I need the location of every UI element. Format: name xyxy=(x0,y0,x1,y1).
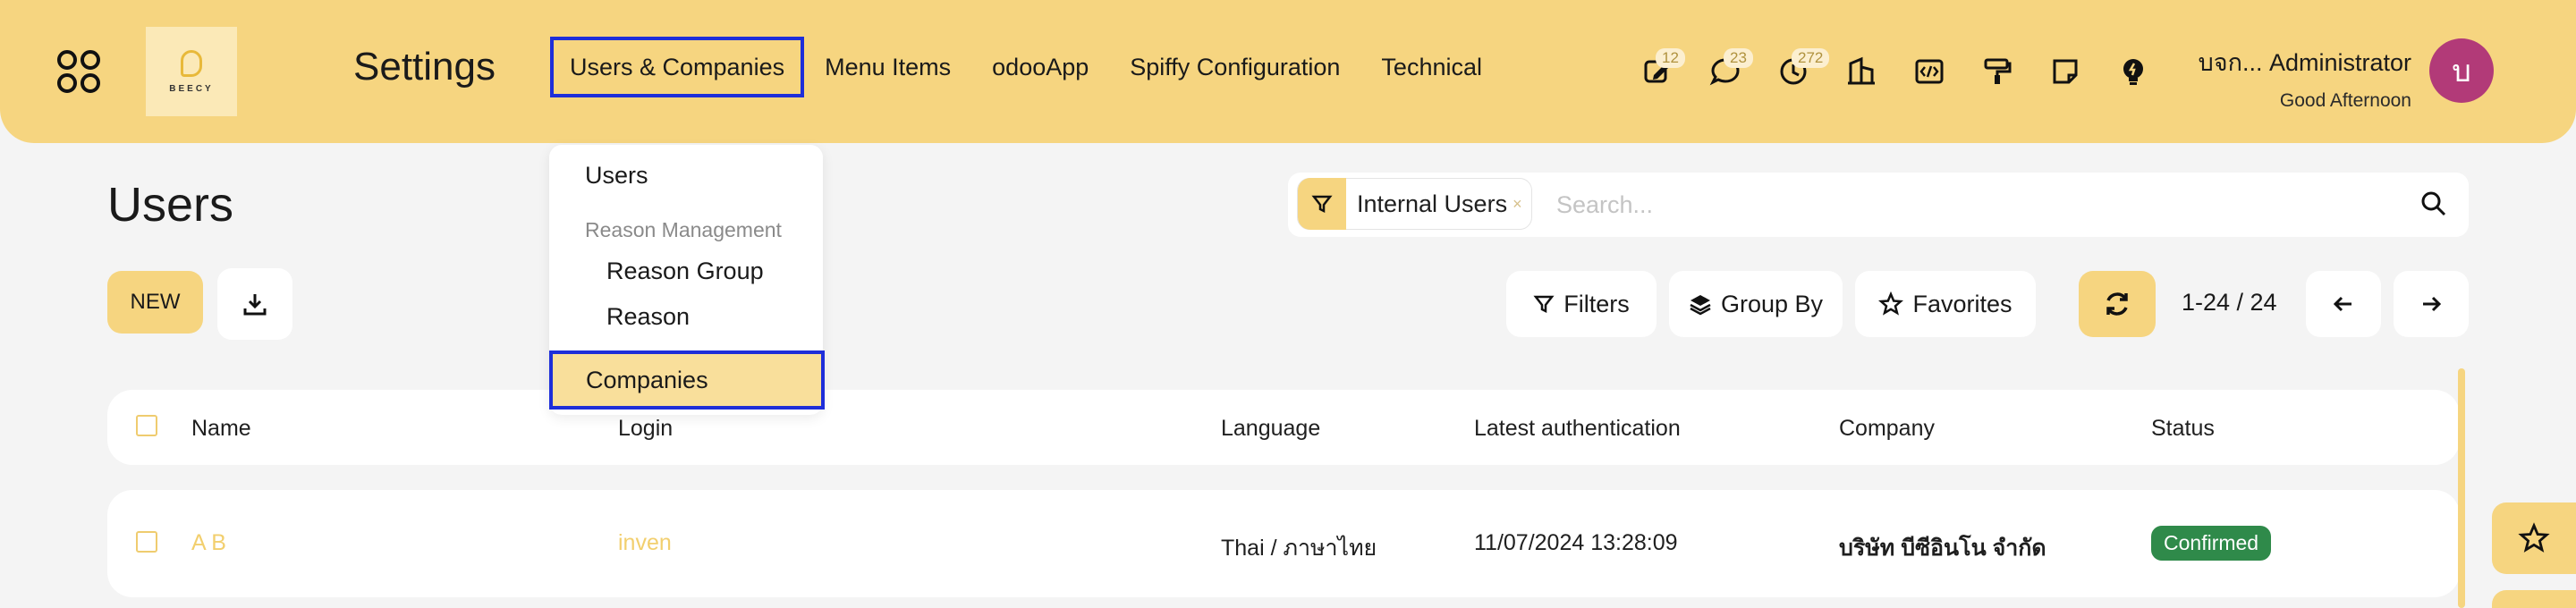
user-menu[interactable]: บจก... Administrator Good Afternoon xyxy=(2199,43,2411,112)
clock-icon[interactable]: 272 xyxy=(1759,48,1830,93)
pager-value[interactable]: 1-24 / 24 xyxy=(2182,289,2277,317)
company-building-icon[interactable] xyxy=(1827,50,1895,93)
row-checkbox[interactable] xyxy=(136,531,157,553)
chat-badge: 23 xyxy=(1724,48,1753,68)
note-icon[interactable] xyxy=(2031,50,2099,93)
bulb-icon[interactable] xyxy=(2099,50,2167,93)
cell-latest-auth: 11/07/2024 13:28:09 xyxy=(1474,530,1678,555)
cell-language: Thai / ภาษาไทย xyxy=(1221,536,1377,561)
user-greeting: Good Afternoon xyxy=(2279,90,2411,111)
apps-menu-icon[interactable] xyxy=(50,43,107,100)
search-facet[interactable]: Internal Users × xyxy=(1297,178,1532,230)
dropdown-item-reason-group[interactable]: Reason Group xyxy=(606,258,764,285)
menu-users-companies[interactable]: Users & Companies xyxy=(550,37,805,97)
new-button[interactable]: NEW xyxy=(107,271,203,334)
logo-text: BEECY xyxy=(169,83,214,94)
activity-edit-icon[interactable]: 12 xyxy=(1623,48,1691,93)
top-navbar: BEECY Settings Users & Companies Menu It… xyxy=(0,0,2576,143)
favorites-label: Favorites xyxy=(1912,290,2012,317)
dropdown-item-users[interactable]: Users xyxy=(585,162,648,190)
star-icon[interactable] xyxy=(2492,502,2576,574)
filter-icon xyxy=(1533,295,1555,314)
search-bar: Internal Users × xyxy=(1288,173,2469,237)
cell-login[interactable]: inven xyxy=(618,530,672,556)
user-name: บจก... Administrator xyxy=(2198,49,2411,76)
search-input[interactable] xyxy=(1556,183,2361,226)
activity-badge: 12 xyxy=(1656,48,1685,68)
column-header-login[interactable]: Login xyxy=(618,416,673,442)
column-header-latest-authentication[interactable]: Latest authentication xyxy=(1474,416,1681,442)
side-panel-tab[interactable] xyxy=(2492,590,2576,608)
column-header-name[interactable]: Name xyxy=(191,416,251,442)
menu-menu-items[interactable]: Menu Items xyxy=(804,37,971,97)
page-title: Users xyxy=(107,178,234,232)
column-header-company[interactable]: Company xyxy=(1839,416,1935,442)
column-header-language[interactable]: Language xyxy=(1221,416,1320,442)
pager-previous-button[interactable] xyxy=(2306,271,2381,337)
star-icon xyxy=(1878,291,1904,316)
menu-odooapp[interactable]: odooApp xyxy=(971,37,1109,97)
filters-button[interactable]: Filters xyxy=(1506,271,1657,337)
dropdown-item-reason[interactable]: Reason xyxy=(606,303,690,331)
paint-roller-icon[interactable] xyxy=(1963,50,2031,93)
filter-icon xyxy=(1298,178,1346,230)
table-row[interactable]: A B inven Thai / ภาษาไทย 11/07/2024 13:2… xyxy=(107,490,2460,597)
app-title[interactable]: Settings xyxy=(353,45,496,89)
menu-technical[interactable]: Technical xyxy=(1360,37,1503,97)
users-companies-dropdown: Users Reason Management Reason Group Rea… xyxy=(549,145,825,415)
favorites-button[interactable]: Favorites xyxy=(1855,271,2036,337)
refresh-icon[interactable] xyxy=(2079,271,2156,337)
dropdown-section-header: Reason Management xyxy=(585,218,782,241)
cell-company: บริษัท บีซีอินโน จำกัด xyxy=(1839,536,2046,561)
list-header: Name Login Language Latest authenticatio… xyxy=(107,390,2460,465)
facet-remove-icon[interactable]: × xyxy=(1513,195,1531,214)
cell-name[interactable]: A B xyxy=(191,530,226,556)
clock-badge: 272 xyxy=(1792,48,1830,68)
status-badge: Confirmed xyxy=(2151,526,2272,561)
filters-label: Filters xyxy=(1563,290,1630,317)
facet-label: Internal Users xyxy=(1357,190,1508,217)
search-icon[interactable] xyxy=(2420,190,2451,221)
groupby-label: Group By xyxy=(1720,290,1824,317)
main-menu: Users & Companies Menu Items odooApp Spi… xyxy=(550,37,1503,97)
logo-mark xyxy=(181,49,202,77)
menu-spiffy-configuration[interactable]: Spiffy Configuration xyxy=(1109,37,1360,97)
systray: 12 23 272 xyxy=(1623,48,2167,93)
list-scrollbar[interactable] xyxy=(2458,368,2465,608)
column-header-status[interactable]: Status xyxy=(2151,416,2215,442)
dropdown-item-companies[interactable]: Companies xyxy=(549,350,825,410)
chat-icon[interactable]: 23 xyxy=(1691,48,1759,93)
download-icon[interactable] xyxy=(217,268,292,340)
code-icon[interactable] xyxy=(1895,50,1963,93)
arrow-right-icon xyxy=(2423,296,2442,312)
groupby-button[interactable]: Group By xyxy=(1669,271,1843,337)
arrow-left-icon xyxy=(2333,296,2351,312)
company-logo[interactable]: BEECY xyxy=(146,27,237,116)
avatar[interactable]: บ xyxy=(2429,38,2494,103)
layers-icon xyxy=(1690,295,1711,316)
pager-next-button[interactable] xyxy=(2394,271,2469,337)
select-all-checkbox[interactable] xyxy=(136,415,157,436)
